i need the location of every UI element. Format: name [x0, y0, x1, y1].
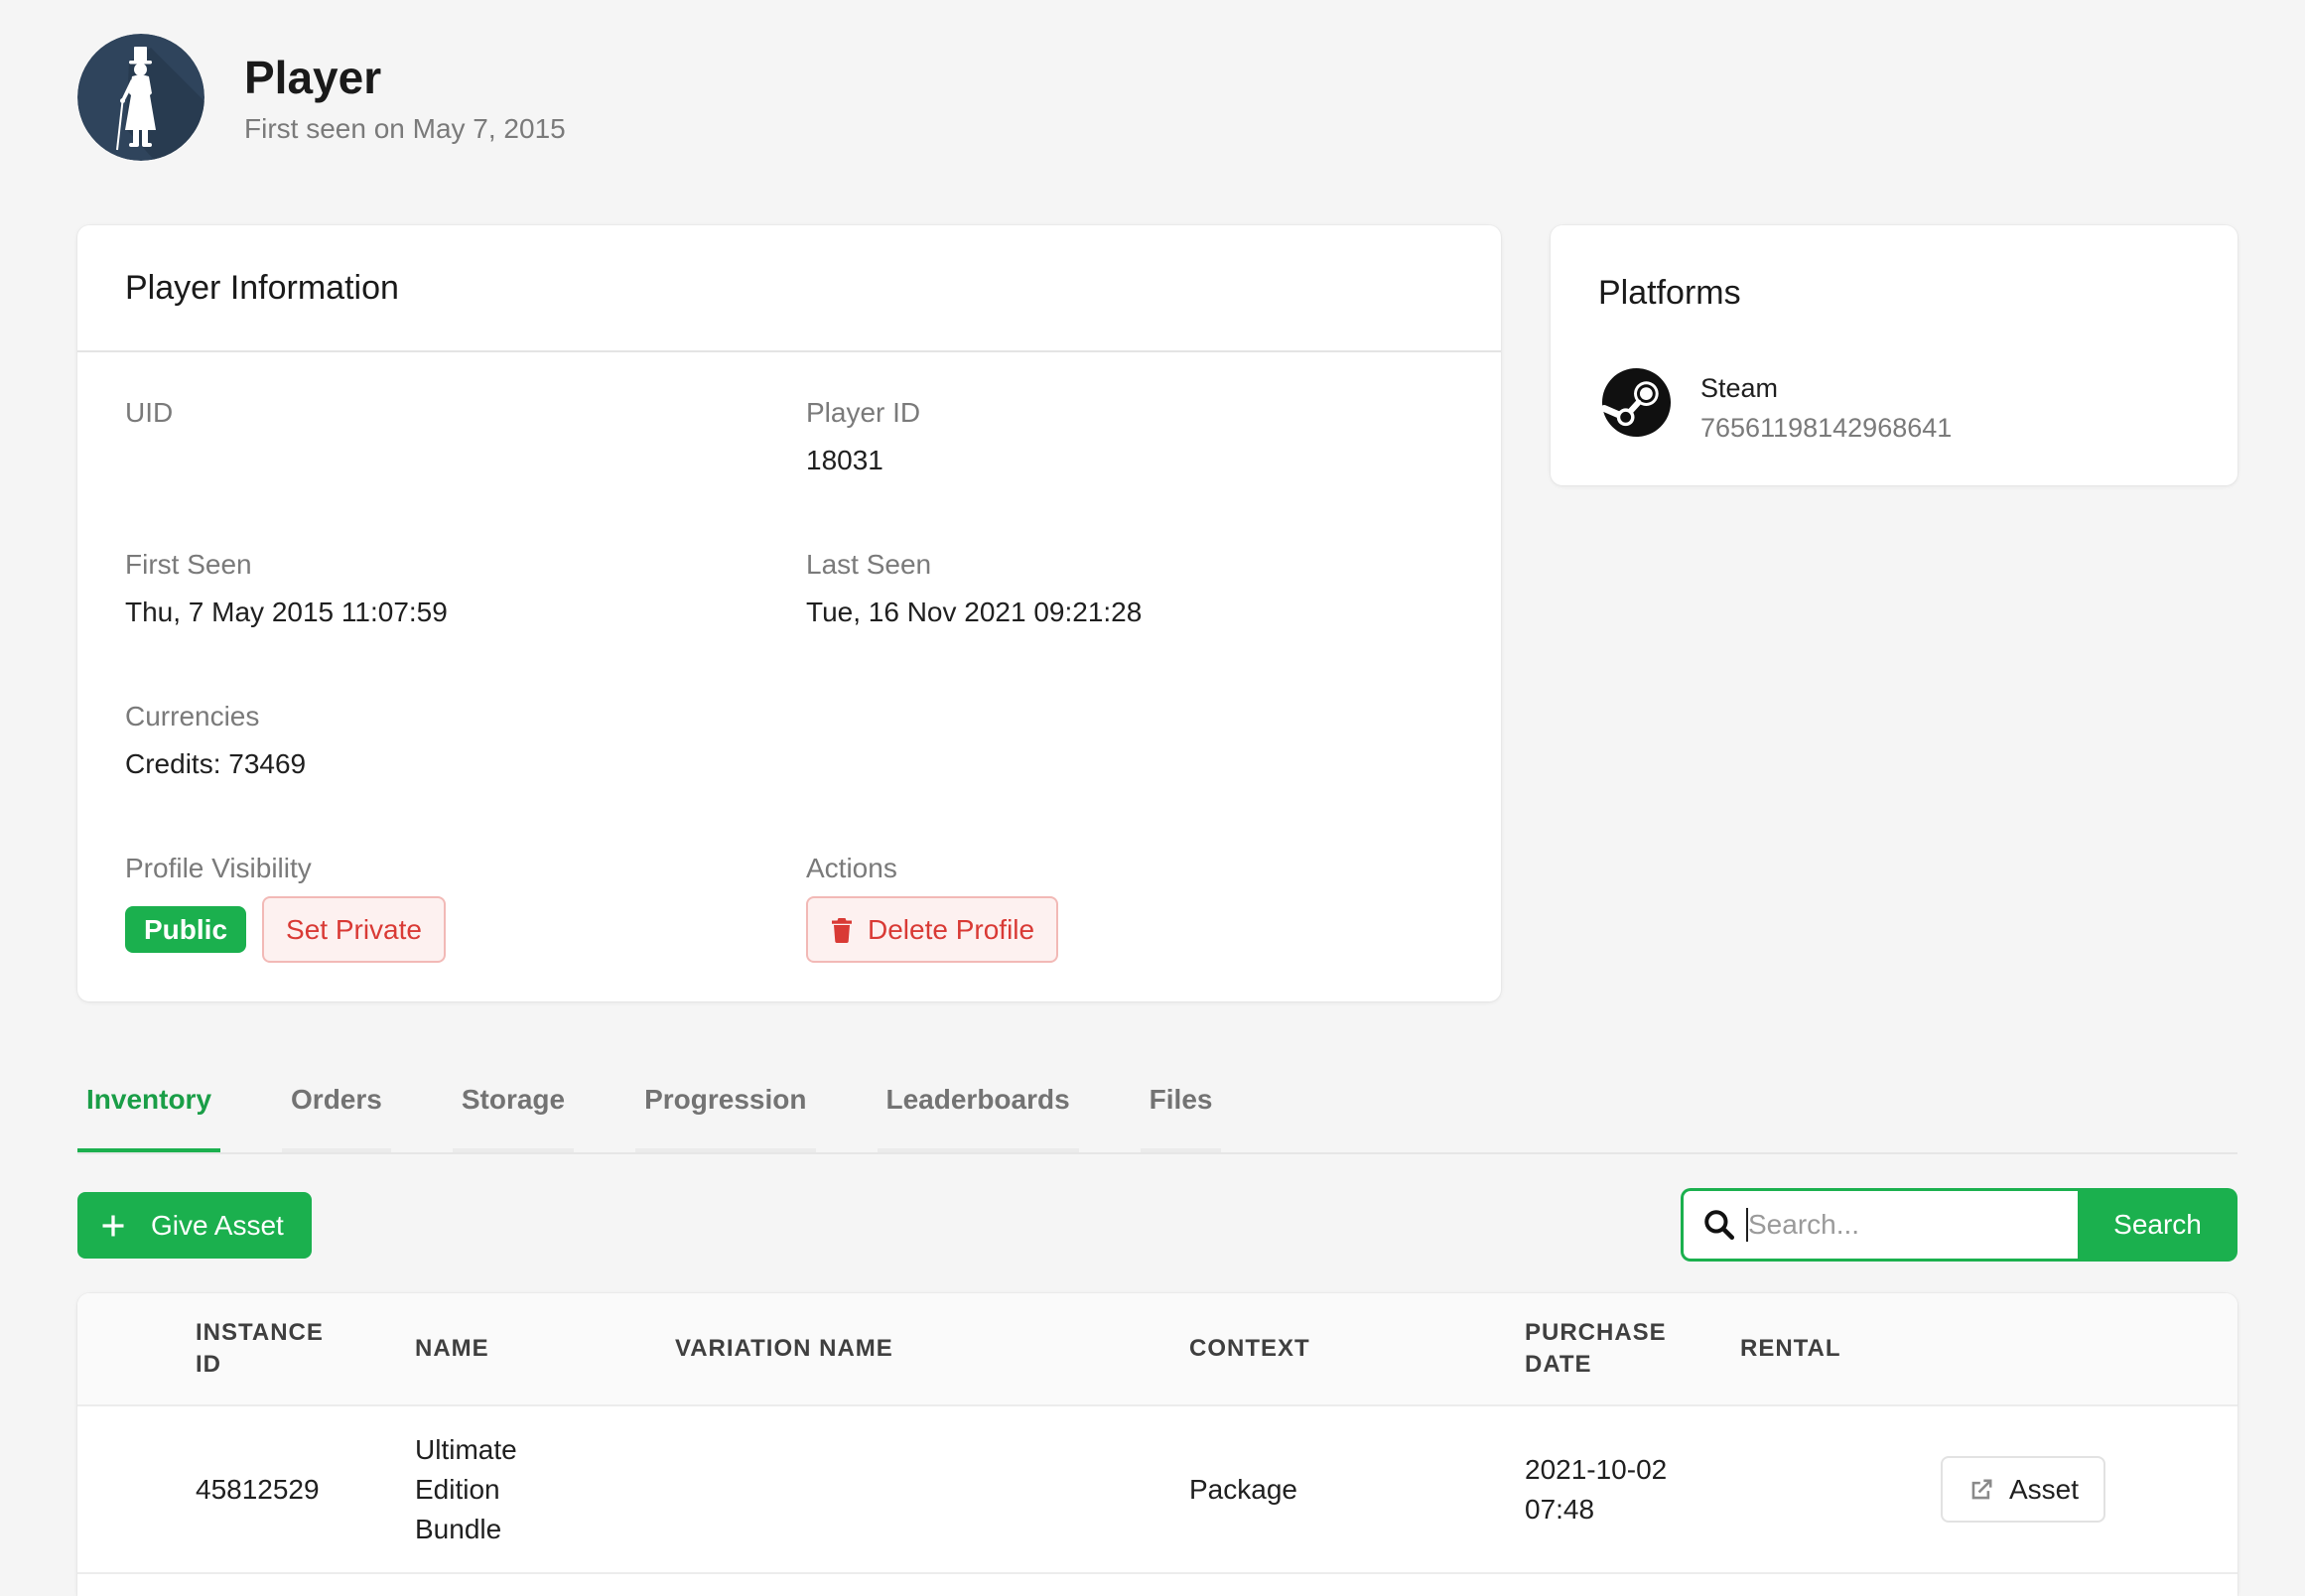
first-seen-label: First Seen — [125, 549, 252, 580]
player-id-label: Player ID — [806, 397, 921, 428]
currencies-field: Currencies Credits: 73469 — [125, 697, 806, 849]
purchase-date-cell: 2021-10-02 07:48 — [1525, 1453, 1668, 1525]
search-field[interactable] — [1681, 1188, 2078, 1262]
text-caret — [1746, 1208, 1748, 1242]
player-avatar — [77, 34, 204, 161]
last-seen-value: Tue, 16 Nov 2021 09:21:28 — [806, 597, 1143, 627]
tab-leaderboards[interactable]: Leaderboards — [877, 1054, 1079, 1152]
search-button[interactable]: Search — [2078, 1188, 2237, 1262]
actions-controls: Delete Profile — [806, 896, 1501, 963]
search-group: Search — [1681, 1188, 2237, 1262]
uid-field: UID — [125, 393, 806, 545]
column-header-variation-name: VARIATION NAME — [675, 1335, 893, 1362]
tab-inventory[interactable]: Inventory — [77, 1054, 221, 1152]
player-information-header: Player Information — [77, 225, 1501, 352]
player-fields: UID Player ID 18031 First Seen Thu, 7 Ma… — [77, 352, 1501, 1000]
actions-field: Actions Delete Profile — [806, 849, 1501, 1000]
player-information-title: Player Information — [125, 269, 399, 307]
first-seen-value: Thu, 7 May 2015 11:07:59 — [125, 597, 448, 627]
empty-field-slot — [806, 697, 1501, 849]
profile-visibility-label: Profile Visibility — [125, 853, 312, 883]
page-subtitle: First seen on May 7, 2015 — [244, 113, 566, 144]
plus-icon — [99, 1212, 127, 1240]
give-asset-label: Give Asset — [151, 1209, 284, 1241]
trash-icon — [830, 917, 854, 943]
player-information-card: Player Information UID Player ID 18031 F… — [77, 225, 1501, 1001]
platforms-title: Platforms — [1598, 274, 1741, 312]
player-id-field: Player ID 18031 — [806, 393, 1501, 545]
inventory-table: INSTANCE ID NAME VARIATION NAME CONTEXT … — [77, 1293, 2237, 1596]
tab-storage[interactable]: Storage — [452, 1054, 575, 1152]
visibility-status-badge: Public — [125, 906, 247, 953]
delete-profile-button[interactable]: Delete Profile — [806, 896, 1059, 963]
external-link-icon — [1967, 1476, 1995, 1504]
page-title: Player — [244, 52, 382, 103]
delete-profile-label: Delete Profile — [868, 913, 1035, 945]
platforms-card: Platforms Steam 76561198142968641 — [1551, 225, 2237, 485]
tab-files[interactable]: Files — [1140, 1054, 1222, 1152]
profile-visibility-controls: Public Set Private — [125, 896, 806, 963]
tab-progression[interactable]: Progression — [635, 1054, 816, 1152]
column-header-name: NAME — [415, 1335, 489, 1362]
column-header-rental: RENTAL — [1740, 1335, 1841, 1362]
search-icon — [1702, 1208, 1736, 1242]
instance-id-cell: 45812529 — [196, 1473, 320, 1505]
set-private-button[interactable]: Set Private — [262, 896, 446, 963]
currencies-value: Credits: 73469 — [125, 748, 307, 779]
platform-details: Steam 76561198142968641 — [1700, 369, 1952, 447]
open-asset-label: Asset — [2008, 1473, 2080, 1505]
tab-orders[interactable]: Orders — [282, 1054, 391, 1152]
search-input[interactable] — [1748, 1203, 2066, 1247]
give-asset-button[interactable]: Give Asset — [77, 1192, 312, 1259]
gentleman-silhouette-icon — [77, 34, 204, 161]
platform-account-id: 76561198142968641 — [1700, 413, 1953, 443]
first-seen-field: First Seen Thu, 7 May 2015 11:07:59 — [125, 545, 806, 697]
actions-label: Actions — [806, 853, 897, 883]
table-row: 45812529 Ultimate Edition Bundle Package… — [77, 1406, 2237, 1574]
column-header-instance-id: INSTANCE ID — [196, 1319, 324, 1378]
uid-value — [125, 441, 806, 480]
player-tabs: Inventory Orders Storage Progression Lea… — [77, 1054, 2237, 1154]
platform-name: Steam — [1700, 373, 1779, 403]
column-header-purchase-date: PURCHASE DATE — [1525, 1319, 1667, 1378]
profile-visibility-field: Profile Visibility Public Set Private — [125, 849, 806, 1000]
open-asset-button[interactable]: Asset — [1941, 1456, 2105, 1523]
column-header-context: CONTEXT — [1189, 1335, 1310, 1362]
table-header-row: INSTANCE ID NAME VARIATION NAME CONTEXT … — [77, 1293, 2237, 1406]
steam-icon — [1601, 367, 1672, 438]
platform-item-steam: Steam 76561198142968641 — [1601, 367, 1952, 447]
currencies-label: Currencies — [125, 701, 260, 732]
name-cell: Ultimate Edition Bundle — [415, 1433, 517, 1544]
last-seen-field: Last Seen Tue, 16 Nov 2021 09:21:28 — [806, 545, 1501, 697]
context-cell: Package — [1189, 1473, 1297, 1505]
player-id-value: 18031 — [806, 445, 883, 475]
last-seen-label: Last Seen — [806, 549, 932, 580]
uid-label: UID — [125, 397, 174, 428]
action-cell: Asset — [1941, 1456, 2237, 1523]
